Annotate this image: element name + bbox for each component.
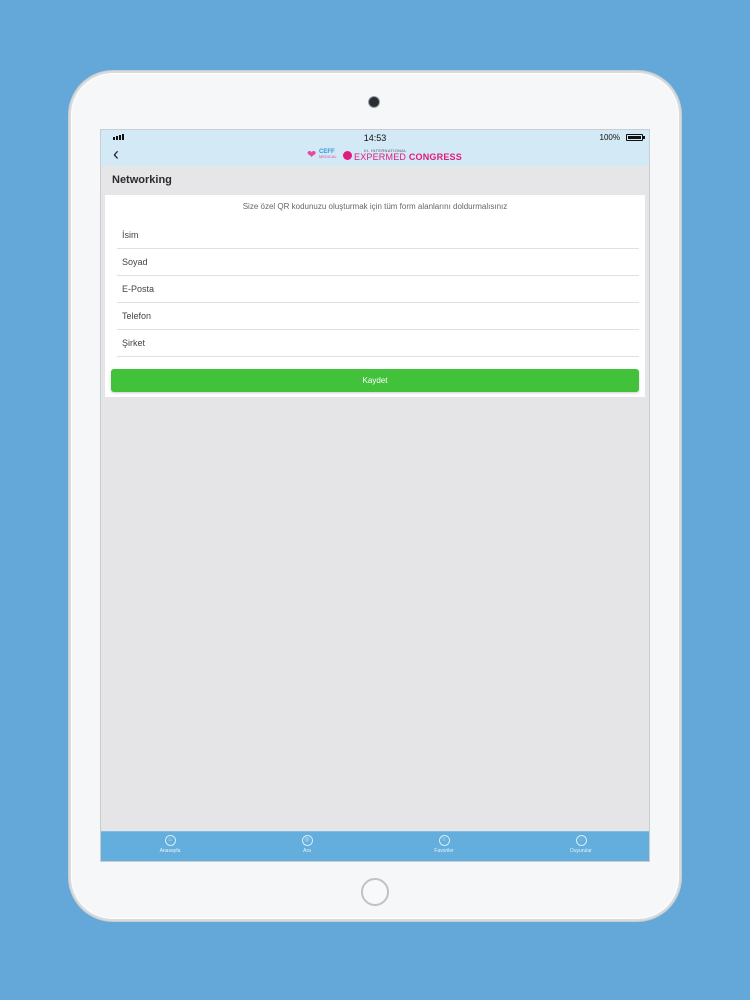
tab-search[interactable]: ◎ Ara — [267, 835, 347, 854]
bell-icon: ◌ — [575, 835, 587, 846]
surname-field-row — [117, 249, 639, 276]
home-icon: ⌂ — [164, 835, 176, 846]
battery-percent: 100% — [599, 133, 620, 142]
save-button[interactable]: Kaydet — [111, 369, 639, 392]
logo-dot-icon — [343, 150, 352, 160]
email-field-row — [117, 276, 639, 303]
name-input[interactable] — [122, 222, 627, 248]
title-bar: Networking — [101, 166, 649, 194]
name-field-row — [117, 222, 639, 249]
phone-input[interactable] — [122, 303, 627, 329]
tab-announcements[interactable]: ◌ Duyurular — [541, 835, 621, 854]
app-screen: 14:53 100% ‹ ❤ CEFF MEDICAL III. INTERNA… — [100, 129, 650, 862]
nav-bar: ‹ ❤ CEFF MEDICAL III. INTERNATIONAL EXPE… — [101, 144, 649, 166]
surname-input[interactable] — [122, 249, 627, 275]
back-button[interactable]: ‹ — [113, 144, 133, 164]
chevron-left-icon: ‹ — [113, 144, 119, 164]
tab-bar: ⌂ Anasayfa ◎ Ara ☆ Favoriler ◌ Duyurular — [101, 831, 649, 861]
tab-favorites[interactable]: ☆ Favoriler — [404, 835, 484, 854]
home-button[interactable] — [361, 878, 389, 906]
search-icon: ◎ — [301, 835, 313, 846]
form-instruction: Size özel QR kodunuzu oluşturmak için tü… — [242, 202, 508, 211]
ceff-logo: ❤ CEFF MEDICAL — [307, 149, 337, 161]
tab-home[interactable]: ⌂ Anasayfa — [130, 835, 210, 854]
networking-form: Size özel QR kodunuzu oluşturmak için tü… — [105, 195, 645, 397]
header-logos: ❤ CEFF MEDICAL III. INTERNATIONAL EXPERM… — [307, 148, 462, 162]
phone-field-row — [117, 303, 639, 330]
page-title: Networking — [112, 174, 172, 186]
heart-icon: ❤ — [307, 149, 317, 161]
camera — [369, 97, 379, 107]
battery-icon — [626, 134, 645, 141]
star-icon: ☆ — [438, 835, 450, 846]
company-input[interactable] — [122, 330, 627, 356]
status-time: 14:53 — [363, 133, 387, 143]
email-input[interactable] — [122, 276, 627, 302]
status-bar: 14:53 100% — [101, 130, 649, 146]
company-field-row — [117, 330, 639, 357]
expermed-logo: III. INTERNATIONAL EXPERMED CONGRESS — [343, 148, 462, 162]
